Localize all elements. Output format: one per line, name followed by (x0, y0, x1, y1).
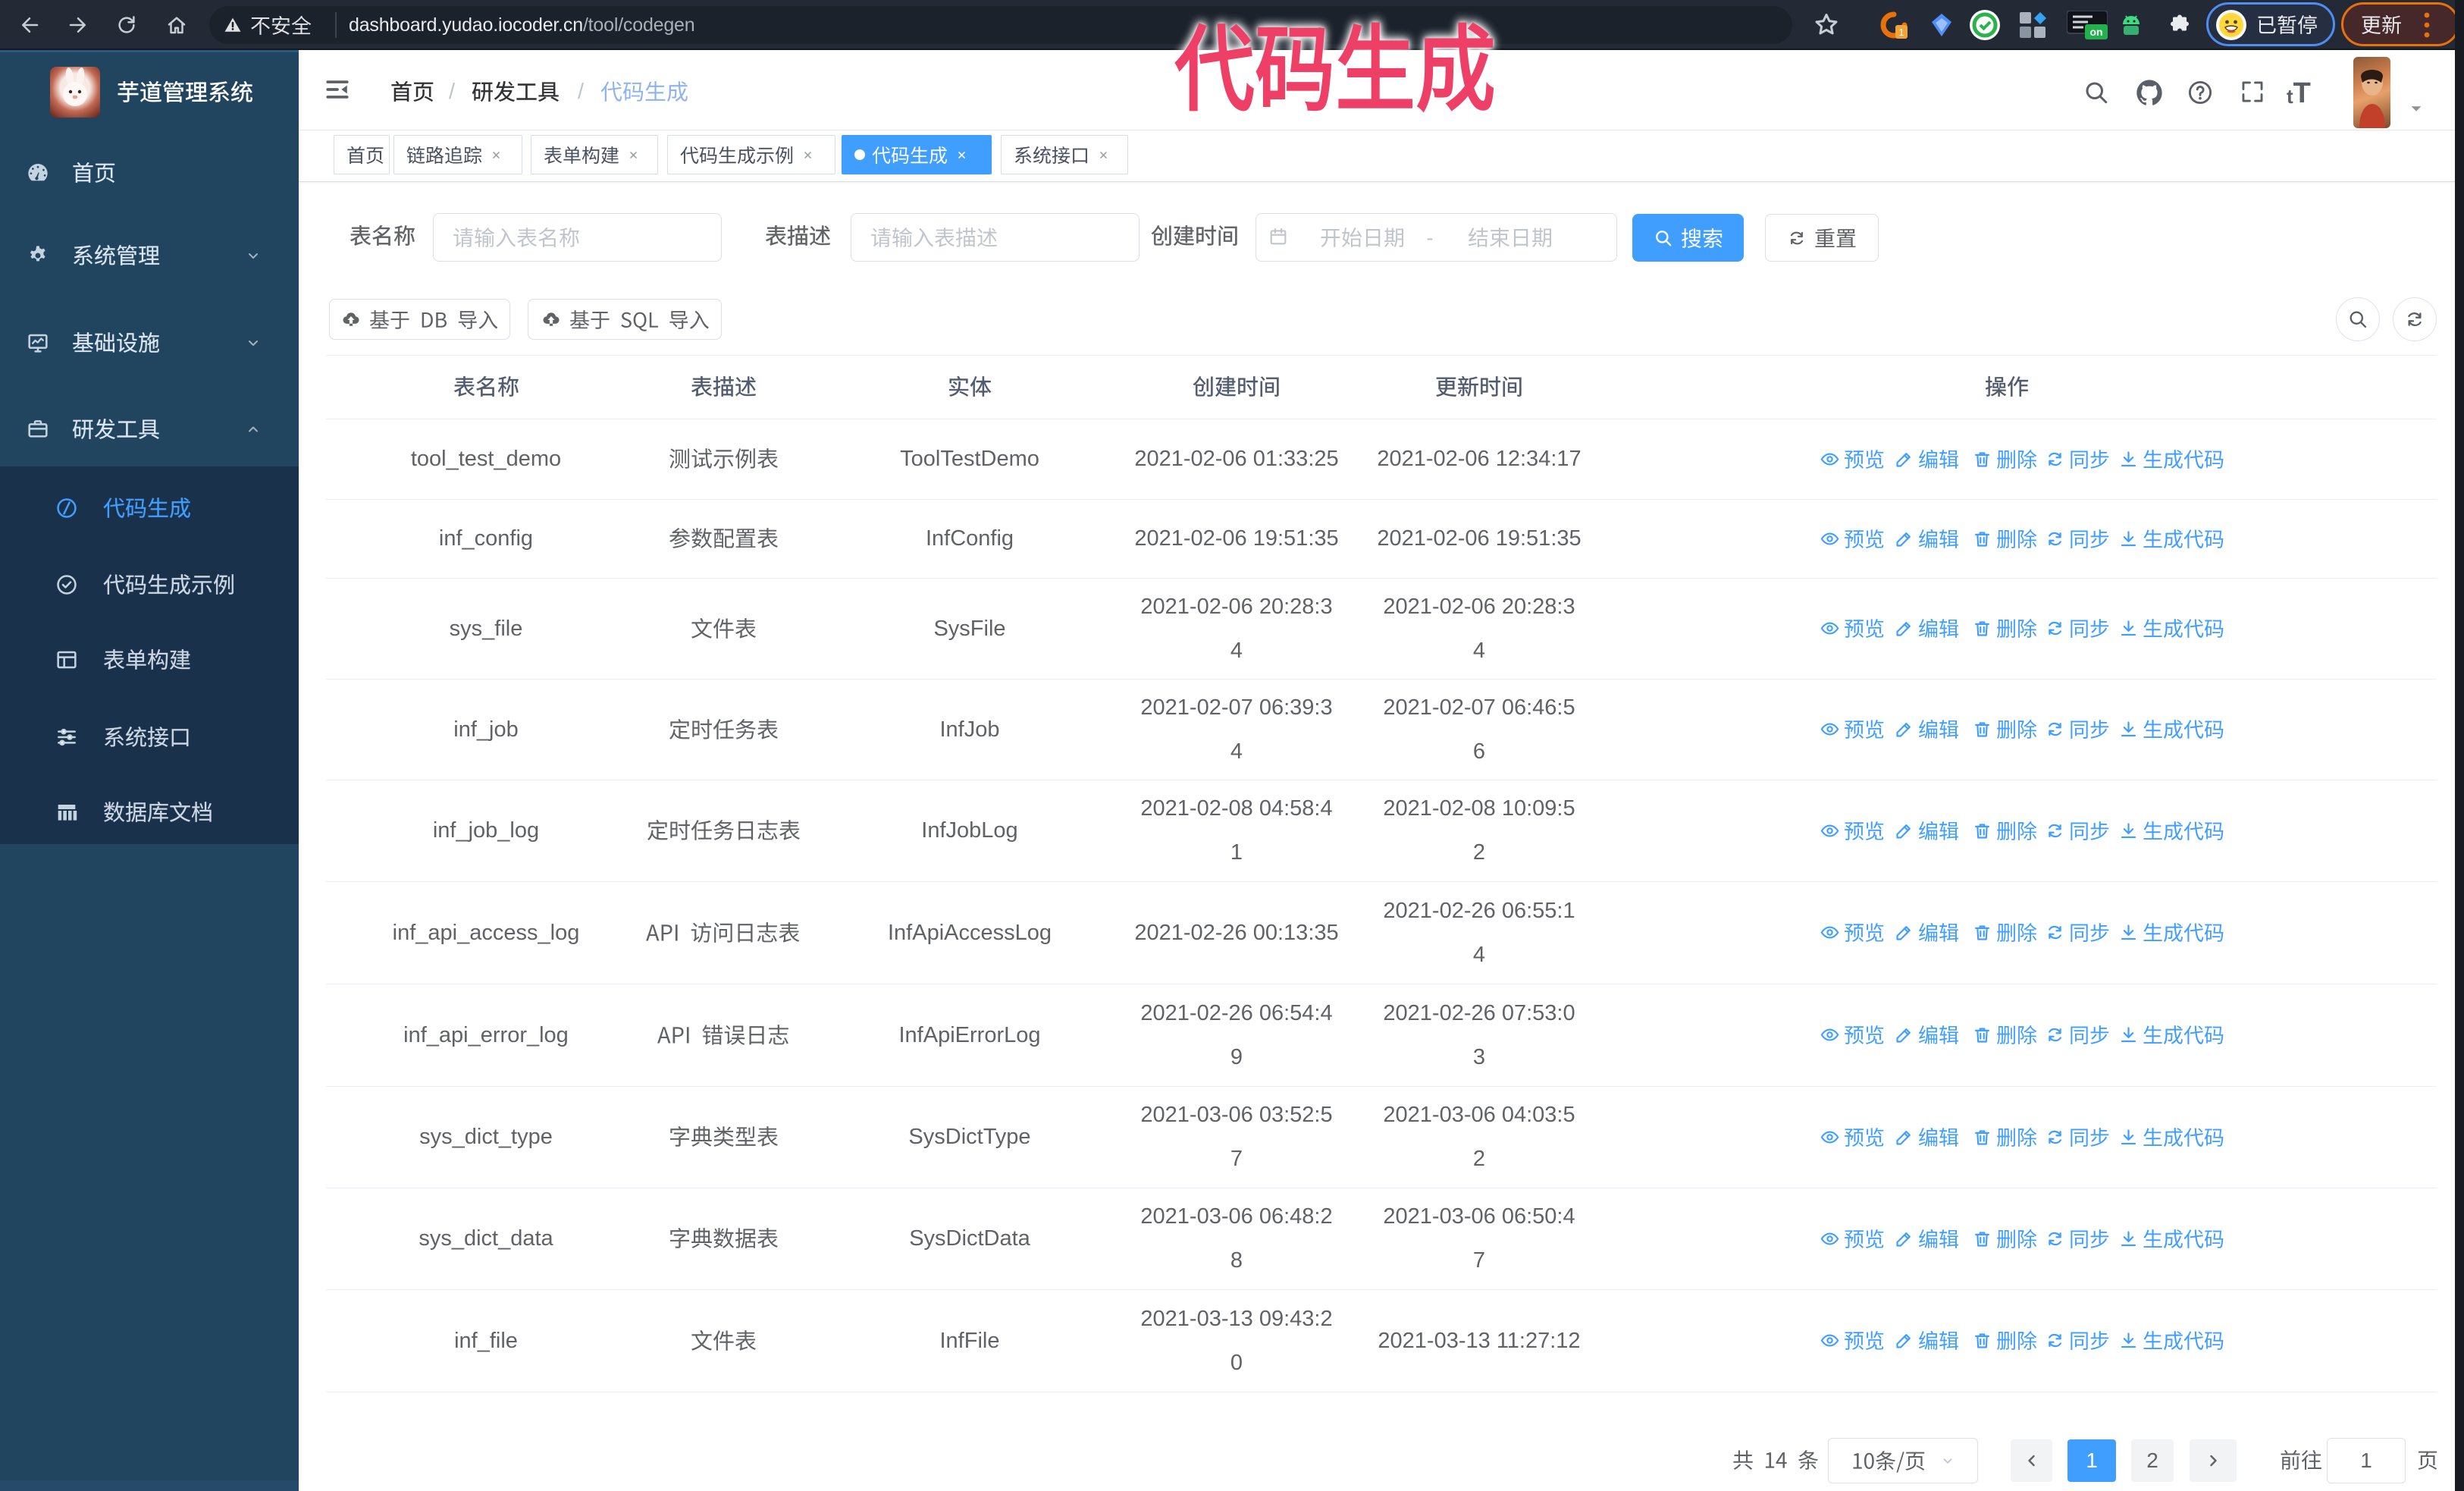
svg-text:on: on (2089, 26, 2102, 38)
svg-text:1: 1 (1898, 27, 1904, 38)
